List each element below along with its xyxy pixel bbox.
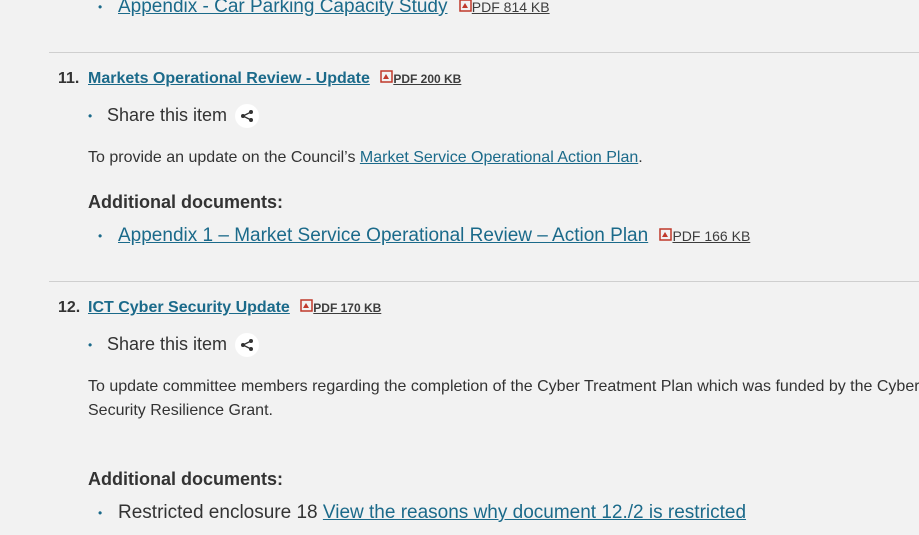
agenda-item-title: ICT Cyber Security Update PDF 170 KB [88,299,381,317]
pdf-size[interactable]: PDF 200 KB [393,72,461,86]
restricted-reason-link[interactable]: View the reasons why document 12./2 is r… [323,502,746,523]
pdf-icon [659,225,673,247]
restricted-text: Restricted enclosure 18 [118,502,323,523]
agenda-item-link[interactable]: Markets Operational Review - Update [88,70,370,87]
item-description: To provide an update on the Council’s Ma… [88,146,643,170]
item-number: 12. [58,299,81,316]
pdf-icon [459,0,472,18]
divider [49,52,919,53]
share-label: Share this item [107,104,228,125]
agenda-item-link[interactable]: ICT Cyber Security Update [88,299,290,316]
agenda-item-title: Markets Operational Review - Update PDF … [88,70,461,88]
pdf-icon [300,299,314,317]
share-item[interactable]: • Share this item [88,104,260,128]
share-icon[interactable] [235,333,260,357]
bullet: • [98,505,103,520]
bullet: • [88,338,93,352]
description-line: To update committee members regarding th… [88,378,919,395]
description-text: . [638,149,643,166]
bullet: • [98,0,103,14]
divider [49,281,919,282]
item-number: 11. [58,70,80,87]
attachment-item: • Appendix - Car Parking Capacity Study P… [98,0,550,18]
attachment-link[interactable]: Appendix - Car Parking Capacity Study [118,0,448,17]
pdf-icon [380,70,394,88]
action-plan-link[interactable]: Market Service Operational Action Plan [360,149,638,166]
additional-documents-heading: Additional documents: [88,192,283,212]
additional-documents-heading: Additional documents: [88,469,283,489]
attachment-item: • Appendix 1 – Market Service Operational… [98,225,750,247]
attachment-link[interactable]: Appendix 1 – Market Service Operational … [118,225,648,246]
pdf-size[interactable]: PDF 170 KB [313,301,381,315]
pdf-size[interactable]: PDF 814 KB [472,0,550,15]
bullet: • [88,109,93,123]
share-label: Share this item [107,333,228,354]
bullet: • [98,229,103,243]
description-text: To provide an update on the Council’s [88,149,360,166]
description-line: Security Resilience Grant. [88,402,273,419]
attachment-item: • Restricted enclosure 18 View the reason… [98,502,746,524]
item-description: To update committee members regarding th… [88,375,919,423]
pdf-size[interactable]: PDF 166 KB [672,228,750,244]
share-icon[interactable] [235,104,260,128]
share-item[interactable]: • Share this item [88,333,260,357]
